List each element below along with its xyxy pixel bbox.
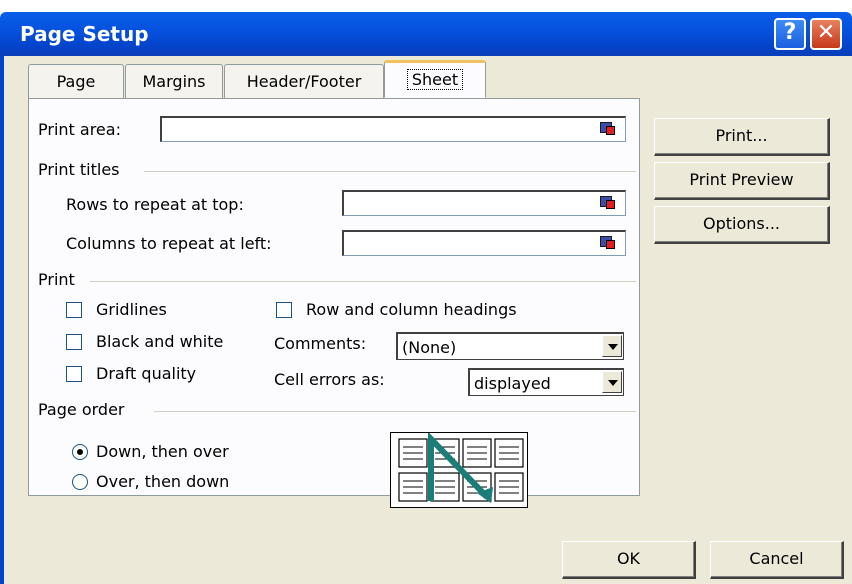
chevron-down-icon[interactable] (602, 371, 622, 393)
cols-repeat-label: Columns to repeat at left: (66, 234, 272, 253)
print-heading: Print (38, 270, 75, 289)
over-then-down-label: Over, then down (96, 472, 230, 491)
close-button[interactable]: ✕ (810, 18, 842, 50)
cell-errors-value: displayed (474, 374, 551, 393)
rows-repeat-collapse-icon[interactable] (600, 195, 616, 209)
down-then-over-radio[interactable] (72, 444, 88, 460)
print-titles-divider (144, 171, 636, 172)
cols-repeat-collapse-icon[interactable] (600, 235, 616, 249)
comments-select[interactable]: (None) (396, 332, 624, 360)
comments-value: (None) (402, 338, 457, 357)
tab-header-footer[interactable]: Header/Footer (224, 64, 384, 98)
cell-errors-select[interactable]: displayed (468, 368, 624, 396)
gridlines-label: Gridlines (96, 300, 167, 319)
draft-quality-label: Draft quality (96, 364, 197, 383)
print-divider (90, 281, 636, 282)
page-order-divider (154, 411, 636, 412)
black-white-label: Black and white (96, 332, 224, 351)
tab-sheet[interactable]: Sheet (384, 60, 486, 98)
gridlines-checkbox[interactable] (66, 302, 82, 318)
over-then-down-radio[interactable] (72, 474, 88, 490)
sheet-tab-panel (28, 98, 640, 496)
options-button[interactable]: Options... (654, 206, 830, 244)
cols-repeat-input[interactable] (342, 230, 626, 256)
down-then-over-label: Down, then over (96, 442, 229, 461)
tab-margins-label: Margins (142, 72, 206, 91)
black-white-checkbox[interactable] (66, 334, 82, 350)
page-order-heading: Page order (38, 400, 125, 419)
row-col-headings-label: Row and column headings (306, 300, 517, 319)
rows-repeat-input[interactable] (342, 190, 626, 216)
print-titles-heading: Print titles (38, 160, 120, 179)
print-area-label: Print area: (38, 120, 121, 139)
tab-header-footer-label: Header/Footer (246, 72, 362, 91)
ok-button[interactable]: OK (562, 541, 696, 579)
menu-strip-cropped (0, 0, 852, 12)
print-button[interactable]: Print... (654, 118, 830, 156)
tab-sheet-label: Sheet (406, 69, 464, 90)
row-col-headings-checkbox[interactable] (276, 302, 292, 318)
chevron-down-icon[interactable] (602, 335, 622, 357)
cancel-button[interactable]: Cancel (710, 541, 844, 579)
title-bar[interactable]: Page Setup ? ✕ (0, 12, 852, 56)
print-preview-button[interactable]: Print Preview (654, 162, 830, 200)
dialog-title: Page Setup (20, 22, 149, 46)
comments-label: Comments: (274, 334, 367, 353)
print-area-input[interactable] (160, 116, 626, 142)
print-area-collapse-icon[interactable] (600, 121, 616, 135)
draft-quality-checkbox[interactable] (66, 366, 82, 382)
tab-margins[interactable]: Margins (125, 64, 223, 98)
page-order-preview-icon (390, 432, 528, 508)
tab-page-label: Page (56, 72, 96, 91)
tab-page[interactable]: Page (28, 64, 124, 98)
cell-errors-label: Cell errors as: (274, 370, 385, 389)
help-button[interactable]: ? (774, 18, 806, 50)
rows-repeat-label: Rows to repeat at top: (66, 195, 244, 214)
